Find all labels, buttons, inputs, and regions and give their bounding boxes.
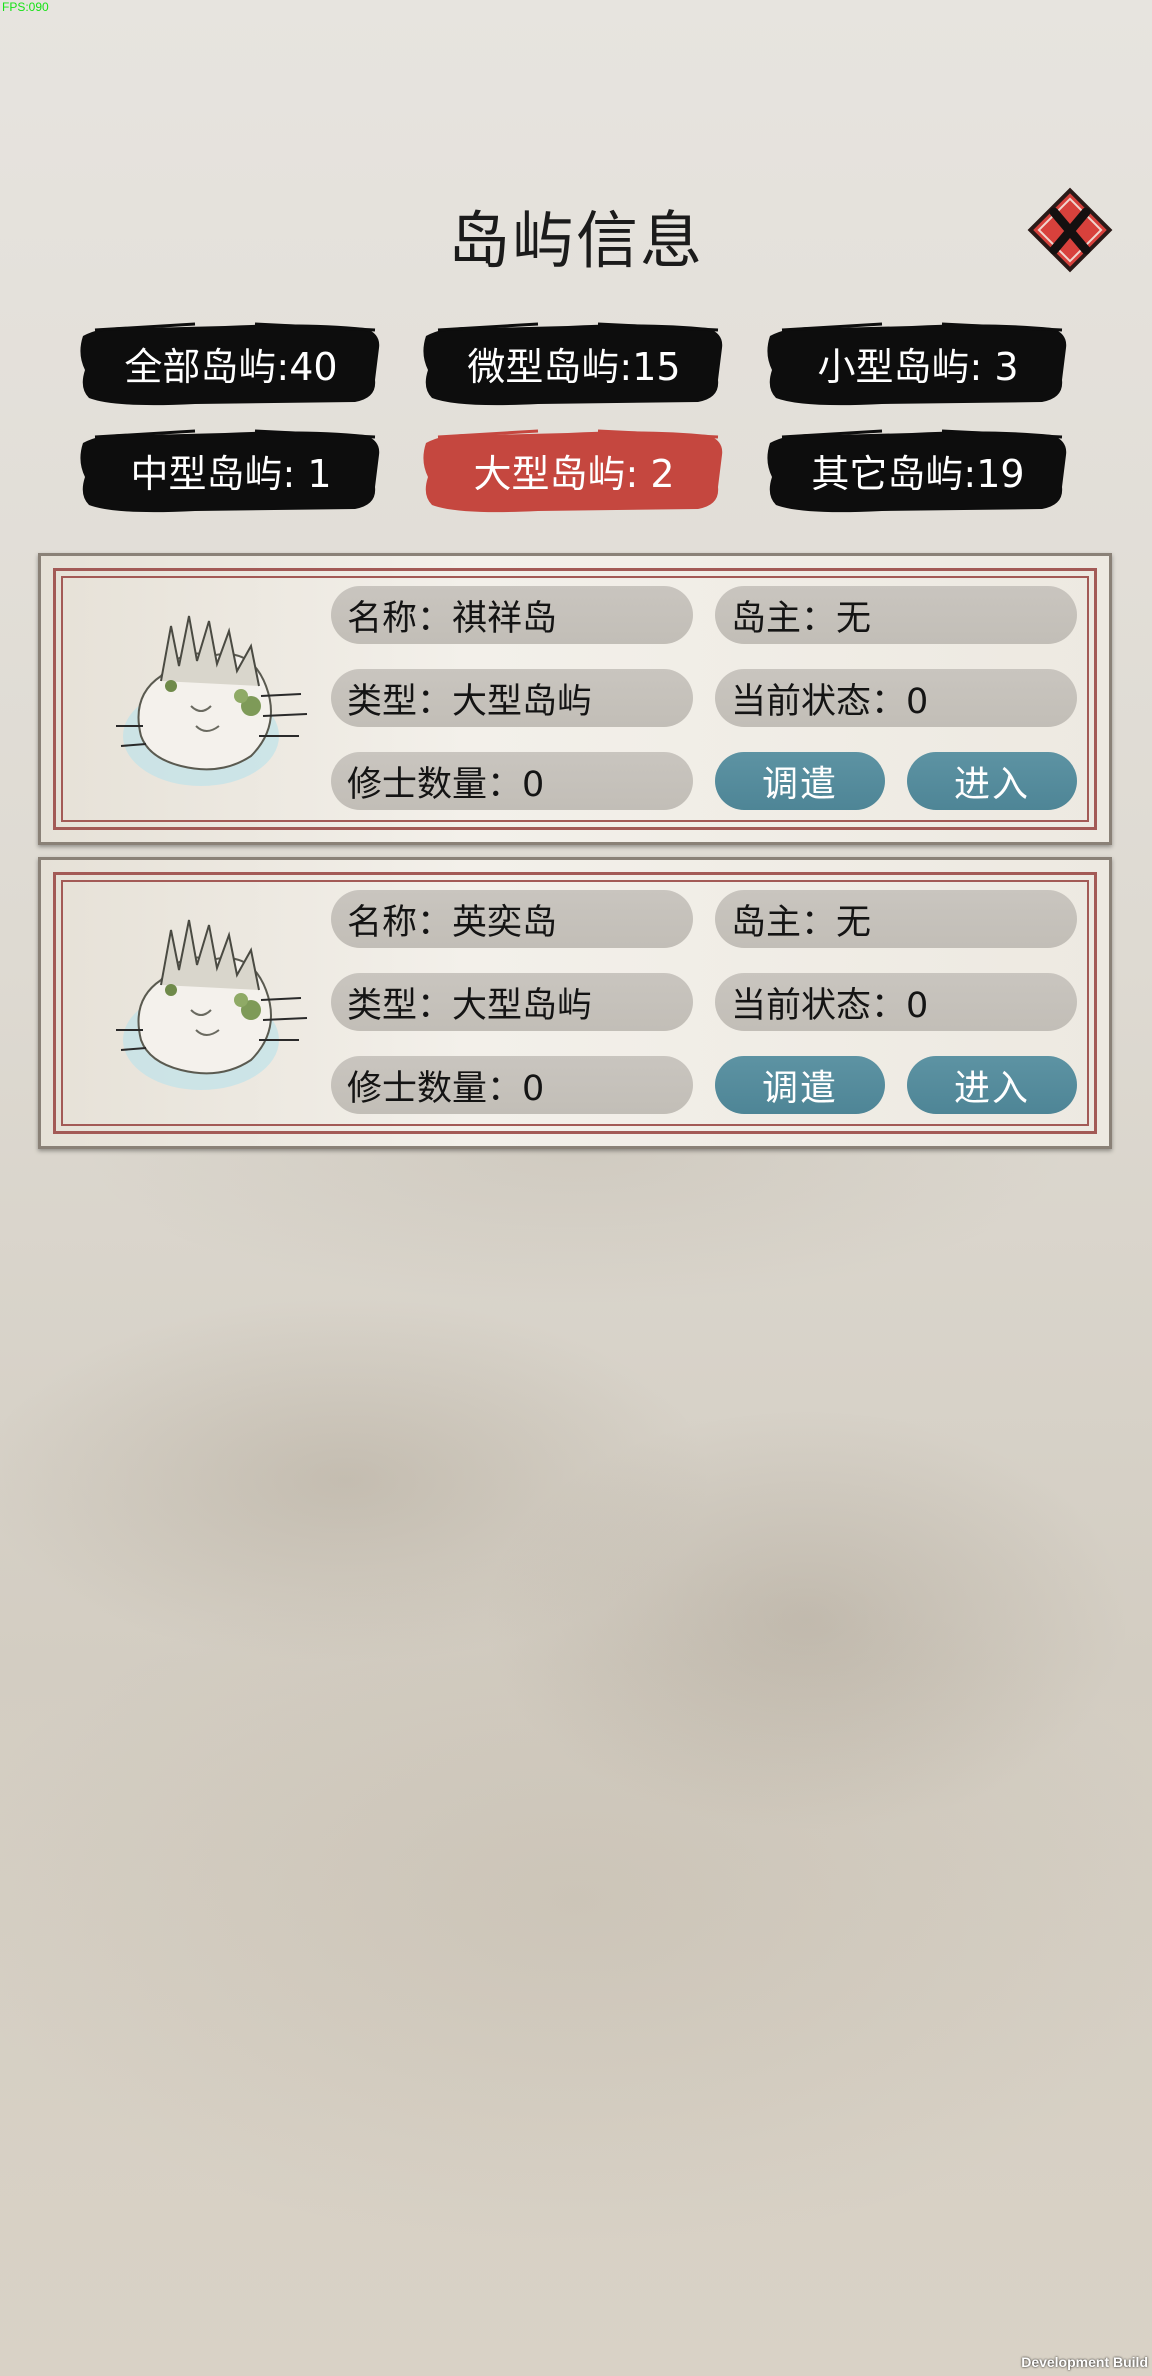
island-owner-field: 岛主：无 — [715, 890, 1077, 948]
island-owner-text: 岛主：无 — [731, 902, 872, 943]
island-type-text: 类型：大型岛屿 — [347, 985, 593, 1026]
tab-label: 小型岛屿: 3 — [817, 344, 1019, 389]
island-status-field: 当前状态：0 — [715, 669, 1077, 727]
enter-button[interactable]: 进入 — [907, 752, 1077, 810]
island-type-field: 类型：大型岛屿 — [331, 973, 693, 1031]
tab-medium-islands[interactable]: 中型岛屿: 1 — [75, 425, 387, 515]
tab-label: 微型岛屿:15 — [467, 344, 681, 389]
tab-other-islands[interactable]: 其它岛屿:19 — [762, 425, 1074, 515]
cultivator-count-text: 修士数量：0 — [347, 1068, 545, 1109]
dispatch-button[interactable]: 调遣 — [715, 1056, 885, 1114]
dispatch-label: 调遣 — [761, 1068, 838, 1109]
tab-large-islands[interactable]: 大型岛屿: 2 — [418, 425, 730, 515]
cultivator-count-text: 修士数量：0 — [347, 764, 545, 805]
cultivator-count-field: 修士数量：0 — [331, 752, 693, 810]
island-status-text: 当前状态：0 — [731, 985, 929, 1026]
island-card: 名称：英奕岛 岛主：无 类型：大型岛屿 当前状态：0 修士数量：0 调遣 进入 — [38, 857, 1112, 1149]
development-build-label: Development Build — [1021, 2354, 1148, 2370]
island-illustration-icon — [116, 615, 308, 786]
tab-label: 大型岛屿: 2 — [473, 451, 675, 496]
island-name-field: 名称：祺祥岛 — [331, 586, 693, 644]
fps-counter: FPS:090 — [2, 0, 49, 14]
dispatch-button[interactable]: 调遣 — [715, 752, 885, 810]
close-x-icon — [1027, 187, 1113, 273]
island-status-field: 当前状态：0 — [715, 973, 1077, 1031]
tab-label: 其它岛屿:19 — [811, 451, 1025, 496]
island-illustration-icon — [116, 919, 308, 1090]
island-name-field: 名称：英奕岛 — [331, 890, 693, 948]
close-button[interactable] — [1027, 187, 1113, 273]
dispatch-label: 调遣 — [761, 764, 838, 805]
enter-label: 进入 — [953, 764, 1030, 805]
island-name-text: 名称：祺祥岛 — [347, 598, 558, 639]
island-owner-text: 岛主：无 — [731, 598, 872, 639]
cultivator-count-field: 修士数量：0 — [331, 1056, 693, 1114]
tab-all-islands[interactable]: 全部岛屿:40 — [75, 318, 387, 408]
tab-micro-islands[interactable]: 微型岛屿:15 — [418, 318, 730, 408]
tab-label: 全部岛屿:40 — [124, 344, 338, 389]
enter-button[interactable]: 进入 — [907, 1056, 1077, 1114]
island-owner-field: 岛主：无 — [715, 586, 1077, 644]
island-type-field: 类型：大型岛屿 — [331, 669, 693, 727]
island-status-text: 当前状态：0 — [731, 681, 929, 722]
enter-label: 进入 — [953, 1068, 1030, 1109]
tab-label: 中型岛屿: 1 — [130, 451, 332, 496]
island-type-text: 类型：大型岛屿 — [347, 681, 593, 722]
tab-small-islands[interactable]: 小型岛屿: 3 — [762, 318, 1074, 408]
page-title: 岛屿信息 — [447, 204, 704, 277]
island-name-text: 名称：英奕岛 — [347, 902, 558, 943]
island-card: 名称：祺祥岛 岛主：无 类型：大型岛屿 当前状态：0 修士数量：0 调遣 进入 — [38, 553, 1112, 845]
